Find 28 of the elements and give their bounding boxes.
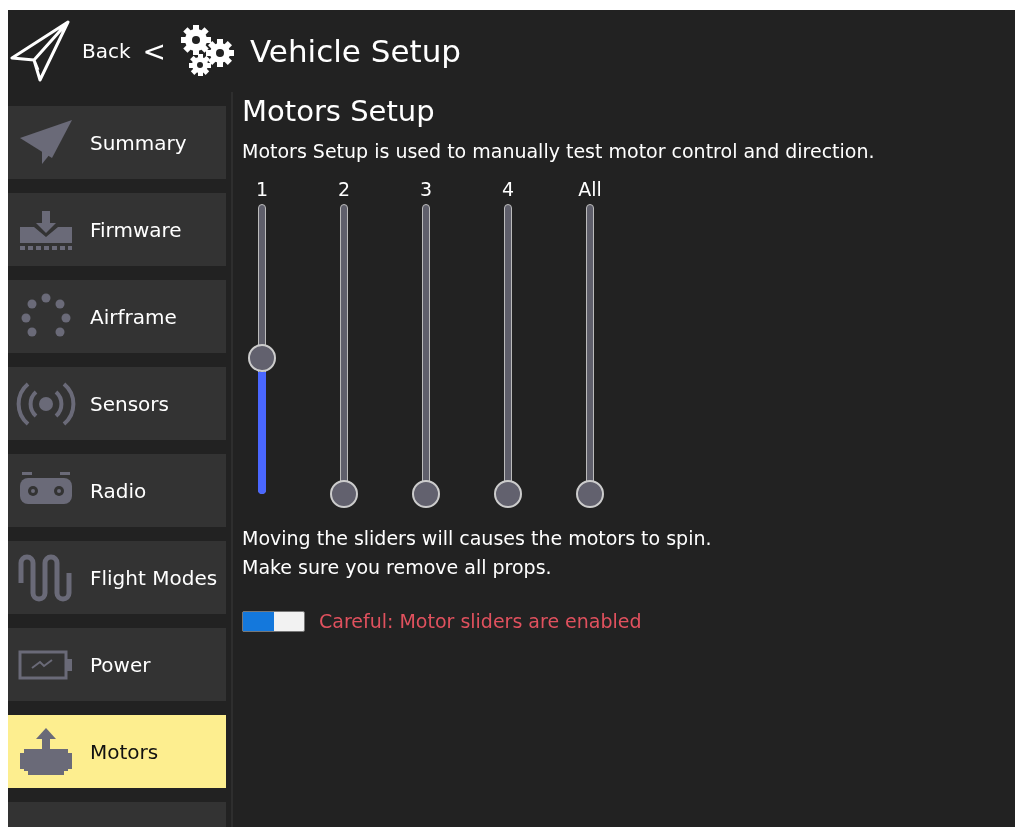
slider-thumb[interactable]: [412, 480, 440, 508]
sidebar-item[interactable]: Radio: [8, 454, 226, 527]
sidebar-item[interactable]: Sensors: [8, 367, 226, 440]
slider-thumb[interactable]: [494, 480, 522, 508]
enable-toggle[interactable]: [242, 610, 305, 632]
sidebar-item[interactable]: Summary: [8, 106, 226, 179]
warning-text: Moving the sliders will causes the motors to spin.: [242, 526, 713, 551]
sidebar-item[interactable]: Flight Modes: [8, 541, 226, 614]
toggle-label: Careful: Motor sliders are enabled: [319, 610, 642, 632]
slider-thumb[interactable]: [330, 480, 358, 508]
slider-label: 2: [337, 178, 351, 200]
page-title: Vehicle Setup: [250, 33, 461, 69]
slider-thumb[interactable]: [248, 343, 276, 372]
sidebar-item[interactable]: Firmware: [8, 193, 226, 266]
section-description: Motors Setup is used to manually test motor control and direction.: [242, 140, 875, 162]
sidebar-item[interactable]: Motors: [8, 715, 226, 788]
warning-text: Make sure you remove all props.: [242, 555, 553, 580]
slider-thumb[interactable]: [576, 480, 604, 508]
section-title: Motors Setup: [242, 94, 436, 128]
paper-plane-icon: [10, 20, 70, 82]
sidebar-item[interactable]: Power: [8, 628, 226, 701]
slider-label: 4: [501, 178, 515, 200]
slider-label: All: [578, 178, 602, 200]
sidebar-item[interactable]: Airframe: [8, 280, 226, 353]
breadcrumb-separator: <: [142, 34, 167, 68]
slider-label: 1: [255, 178, 269, 200]
back-button[interactable]: Back: [10, 20, 131, 82]
slider-label: 3: [419, 178, 433, 200]
